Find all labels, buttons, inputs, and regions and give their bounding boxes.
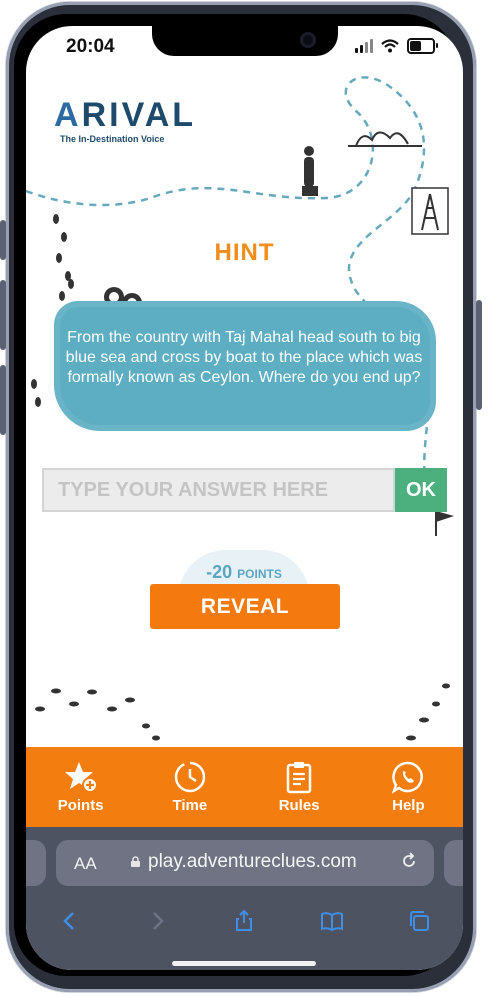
statue-icon: [302, 146, 318, 196]
bottom-nav: Points Time Rules Help: [26, 747, 463, 827]
logo-tagline: The In-Destination Voice: [60, 134, 165, 144]
share-icon[interactable]: [232, 909, 256, 933]
status-icons: [355, 38, 438, 54]
previous-tab-peek[interactable]: [26, 840, 46, 886]
whatsapp-icon: [392, 761, 424, 794]
front-camera: [300, 32, 316, 48]
nav-item-points[interactable]: Points: [31, 760, 131, 814]
lock-icon: [131, 856, 140, 867]
nav-label-time: Time: [172, 797, 208, 814]
nav-label-points: Points: [57, 797, 104, 814]
nav-item-rules[interactable]: Rules: [249, 760, 349, 814]
tabs-icon[interactable]: [407, 909, 431, 933]
volume-up-button: [0, 280, 6, 350]
reload-icon[interactable]: [400, 852, 418, 870]
status-time: 20:04: [66, 36, 115, 57]
bookmarks-icon[interactable]: [320, 909, 344, 933]
star-plus-icon: [64, 762, 98, 793]
notch: [152, 26, 338, 56]
footprints-bottom: [35, 683, 450, 741]
opera-house-icon: [348, 131, 422, 147]
nav-label-help: Help: [392, 797, 425, 814]
wifi-icon: [381, 39, 399, 53]
nav-item-help[interactable]: Help: [358, 760, 458, 814]
safari-nav-row: [26, 901, 463, 941]
hint-text: From the country with Taj Mahal head sou…: [65, 329, 423, 386]
nav-item-time[interactable]: Time: [140, 760, 240, 814]
reveal-button[interactable]: REVEAL: [150, 584, 340, 629]
reveal-penalty: -20 POINTS: [206, 562, 282, 582]
clock-icon: [174, 761, 206, 793]
screen: 20:04 ARIVAL The In-Destination Voice HI…: [26, 26, 463, 970]
next-tab-peek[interactable]: [444, 840, 463, 886]
power-button: [476, 300, 482, 410]
home-indicator[interactable]: [172, 961, 316, 966]
text-size-button[interactable]: AA: [74, 854, 97, 874]
url-text[interactable]: play.adventureclues.com: [148, 851, 357, 873]
arival-logo: ARIVAL: [54, 96, 197, 134]
answer-field-wrapper: [42, 468, 395, 512]
back-icon[interactable]: [58, 909, 82, 933]
answer-input[interactable]: [44, 470, 393, 510]
hint-title: HINT: [214, 239, 275, 266]
flag-icon: [435, 511, 454, 536]
ok-button[interactable]: OK: [395, 468, 447, 512]
volume-down-button: [0, 365, 6, 435]
forward-icon[interactable]: [145, 909, 169, 933]
eiffel-tower-icon: [411, 187, 449, 235]
mute-switch: [0, 220, 6, 260]
battery-icon: [407, 38, 438, 54]
clipboard-icon: [286, 762, 312, 794]
nav-label-rules: Rules: [278, 797, 320, 814]
safari-toolbar: AA play.adventureclues.com: [26, 827, 463, 970]
signal-icon: [355, 39, 373, 53]
